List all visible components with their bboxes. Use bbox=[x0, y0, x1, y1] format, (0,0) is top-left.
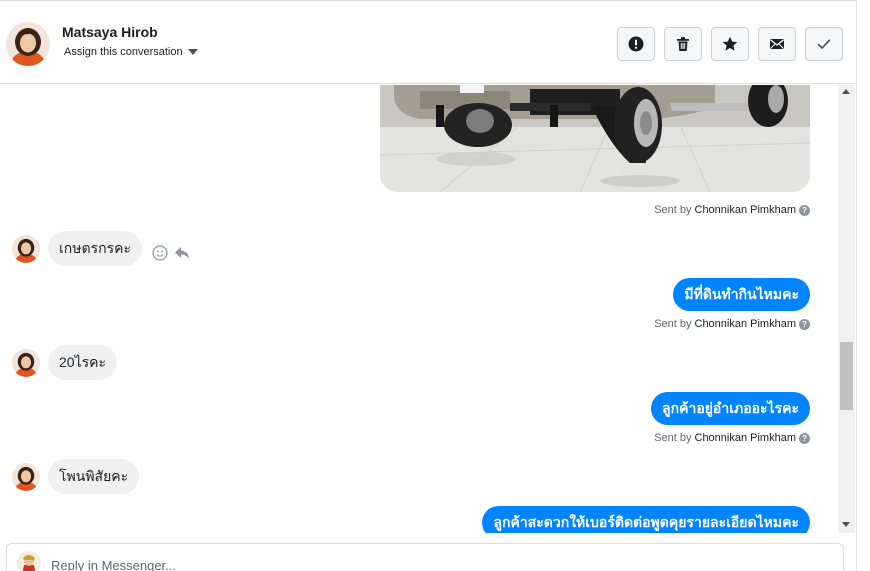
contact-avatar-small[interactable] bbox=[12, 234, 40, 263]
reply-input[interactable] bbox=[51, 555, 751, 571]
conversation-header: Matsaya Hirob Assign this conversation bbox=[0, 0, 856, 84]
incoming-message: โพนพิสัยคะ bbox=[12, 459, 140, 494]
scroll-thumb[interactable] bbox=[840, 342, 853, 410]
message-bubble[interactable]: โพนพิสัยคะ bbox=[48, 459, 140, 494]
agent-name[interactable]: Chonnikan Pimkham bbox=[695, 318, 797, 330]
help-icon[interactable]: ? bbox=[799, 432, 810, 444]
sent-by-prefix: Sent by bbox=[654, 204, 692, 216]
caret-down-icon bbox=[187, 49, 198, 55]
outgoing-message-bubble[interactable]: ลูกค้าอยู่อำเภออะไรคะ bbox=[651, 392, 810, 425]
message-thread: Sent by Chonnikan Pimkham ? เกษตรกรคะ มี… bbox=[0, 85, 838, 533]
spam-button[interactable] bbox=[617, 27, 655, 61]
envelope-icon bbox=[770, 39, 784, 49]
page-avatar bbox=[17, 551, 41, 571]
checkmark-icon bbox=[817, 39, 831, 49]
smiley-icon[interactable] bbox=[152, 244, 168, 261]
thread-scrollbar[interactable] bbox=[838, 85, 855, 533]
message-bubble[interactable]: เกษตรกรคะ bbox=[48, 231, 142, 266]
mark-unread-button[interactable] bbox=[758, 27, 796, 61]
sent-image-message[interactable] bbox=[380, 85, 810, 192]
trash-icon bbox=[677, 37, 689, 51]
star-icon bbox=[722, 36, 738, 51]
outgoing-message-bubble[interactable]: ลูกค้าสะดวกให้เบอร์ติดต่อพูดคุยรายละเอีย… bbox=[482, 506, 810, 533]
reply-icon[interactable] bbox=[174, 245, 190, 261]
sent-by-label: Sent by Chonnikan Pimkham ? bbox=[654, 318, 810, 330]
agent-name[interactable]: Chonnikan Pimkham bbox=[695, 204, 797, 216]
scroll-up-arrow-icon[interactable] bbox=[842, 89, 850, 94]
contact-avatar-small[interactable] bbox=[12, 462, 40, 491]
sent-by-prefix: Sent by bbox=[654, 318, 692, 330]
outgoing-message-bubble[interactable]: มีที่ดินทำกินไหมคะ bbox=[673, 278, 810, 311]
message-bubble[interactable]: 20ไรคะ bbox=[48, 345, 118, 380]
scroll-down-arrow-icon[interactable] bbox=[842, 522, 850, 527]
help-icon[interactable]: ? bbox=[799, 318, 810, 330]
delete-button[interactable] bbox=[664, 27, 702, 61]
conversation-actions bbox=[617, 27, 843, 61]
sent-by-prefix: Sent by bbox=[654, 432, 692, 444]
inbox-conversation-view: Matsaya Hirob Assign this conversation S… bbox=[0, 0, 870, 571]
reply-box[interactable] bbox=[6, 543, 844, 571]
star-button[interactable] bbox=[711, 27, 749, 61]
agent-name[interactable]: Chonnikan Pimkham bbox=[695, 432, 797, 444]
help-icon[interactable]: ? bbox=[799, 204, 810, 216]
incoming-message: เกษตรกรคะ bbox=[12, 231, 190, 266]
mark-done-button[interactable] bbox=[805, 27, 843, 61]
contact-avatar-small[interactable] bbox=[12, 348, 40, 377]
assign-conversation-dropdown[interactable]: Assign this conversation bbox=[64, 46, 198, 58]
incoming-message: 20ไรคะ bbox=[12, 345, 118, 380]
page-edge bbox=[856, 0, 870, 571]
message-tools bbox=[152, 244, 190, 261]
contact-avatar[interactable] bbox=[6, 22, 50, 66]
contact-name[interactable]: Matsaya Hirob bbox=[62, 24, 158, 40]
assign-label: Assign this conversation bbox=[64, 46, 183, 58]
sent-by-label: Sent by Chonnikan Pimkham ? bbox=[654, 432, 810, 444]
sent-by-label: Sent by Chonnikan Pimkham ? bbox=[654, 204, 810, 216]
exclamation-icon bbox=[628, 36, 644, 52]
